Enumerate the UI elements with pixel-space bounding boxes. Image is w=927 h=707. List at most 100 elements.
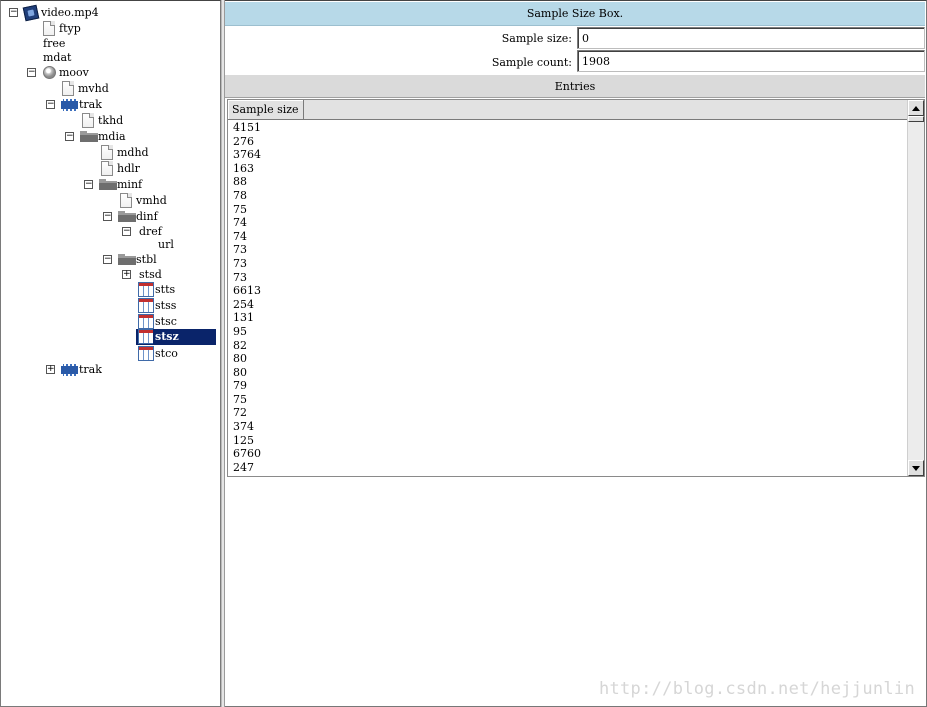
collapse-toggle-icon[interactable]: − [65, 132, 74, 141]
tree-node-stco[interactable]: stco [138, 346, 218, 362]
table-row[interactable]: 80 [233, 366, 893, 380]
tree-node-stbl[interactable]: − stbl [102, 252, 212, 268]
table-row[interactable]: 125 [233, 434, 893, 448]
table-row[interactable]: 72 [233, 406, 893, 420]
table-row[interactable]: 78 [233, 189, 893, 203]
down-arrow-icon [912, 466, 920, 471]
tree-node-label: stsc [155, 315, 177, 328]
table-row[interactable]: 247 [233, 461, 893, 475]
expand-toggle-icon[interactable]: + [46, 365, 55, 374]
scroll-down-button[interactable] [908, 460, 924, 476]
collapse-toggle-icon[interactable]: − [122, 227, 131, 236]
tree-node-trak-2[interactable]: + trak [45, 362, 185, 378]
tree-node-label: ftyp [59, 22, 81, 35]
folder-icon [118, 211, 136, 222]
column-header-sample-size[interactable]: Sample size [228, 100, 304, 119]
tree-node-url[interactable]: url [158, 237, 208, 253]
table-row[interactable]: 75 [233, 393, 893, 407]
folder-icon [99, 179, 117, 190]
tree-node-label: trak [79, 363, 102, 376]
tree-node-label: vmhd [136, 194, 167, 207]
table-row[interactable]: 95 [233, 325, 893, 339]
table-row[interactable]: 73 [233, 257, 893, 271]
table-grid-icon [138, 329, 154, 344]
box-tree-panel[interactable]: − video.mp4 ftyp free mdat − moov mvhd −… [0, 0, 221, 707]
tree-node-label: stss [155, 299, 177, 312]
table-row[interactable]: 79 [233, 379, 893, 393]
table-row[interactable]: 73 [233, 243, 893, 257]
folder-icon [80, 131, 98, 142]
tree-node-ftyp[interactable]: ftyp [43, 21, 163, 37]
table-row[interactable]: 6613 [233, 284, 893, 298]
table-grid-icon [138, 346, 154, 361]
tree-node-mvhd[interactable]: mvhd [62, 81, 182, 97]
tree-node-label: moov [59, 66, 89, 79]
collapse-toggle-icon[interactable]: − [103, 255, 112, 264]
table-row[interactable]: 3764 [233, 148, 893, 162]
tree-node-minf[interactable]: − minf [83, 177, 213, 193]
table-grid-icon [138, 282, 154, 297]
table-row[interactable]: 254 [233, 298, 893, 312]
table-row[interactable]: 4151 [233, 121, 893, 135]
tree-node-label: stsz [153, 329, 181, 345]
document-icon [43, 21, 55, 36]
table-row[interactable]: 80 [233, 352, 893, 366]
table-row[interactable]: 163 [233, 162, 893, 176]
tree-node-label: minf [117, 178, 143, 191]
vertical-scrollbar[interactable] [907, 100, 924, 476]
scrollbar-thumb[interactable] [908, 116, 924, 122]
tree-node-root[interactable]: − video.mp4 [7, 4, 207, 22]
table-row[interactable]: 276 [233, 135, 893, 149]
document-icon [120, 193, 132, 208]
collapse-toggle-icon[interactable]: − [84, 180, 93, 189]
tree-node-stsz-selected[interactable]: stsz [136, 329, 216, 345]
scroll-up-button[interactable] [908, 100, 924, 116]
tree-node-tkhd[interactable]: tkhd [82, 113, 202, 129]
table-header: Sample size [228, 100, 908, 120]
tree-node-mdat[interactable]: mdat [43, 50, 163, 66]
tree-node-label: stts [155, 283, 176, 296]
table-row[interactable]: 74 [233, 216, 893, 230]
table-row[interactable]: 73 [233, 271, 893, 285]
collapse-toggle-icon[interactable]: − [9, 8, 18, 17]
table-row[interactable]: 74 [233, 230, 893, 244]
tree-node-vmhd[interactable]: vmhd [120, 193, 220, 209]
tree-node-stsd[interactable]: + stsd [122, 267, 212, 283]
table-row[interactable]: 82 [233, 339, 893, 353]
tree-node-label: mdat [43, 51, 72, 64]
table-row[interactable]: 374 [233, 420, 893, 434]
document-icon [101, 161, 113, 176]
document-icon [101, 145, 113, 160]
tree-node-mdia[interactable]: − mdia [64, 129, 204, 145]
watermark: http://blog.csdn.net/hejjunlin [598, 679, 915, 699]
tree-node-stsc[interactable]: stsc [138, 314, 218, 330]
tree-node-moov[interactable]: − moov [26, 65, 166, 81]
sample-count-field[interactable] [577, 50, 925, 72]
tree-node-hdlr[interactable]: hdlr [101, 161, 221, 177]
entries-section-header: Entries [225, 74, 925, 98]
video-file-icon [22, 4, 40, 22]
expand-toggle-icon[interactable]: + [122, 270, 131, 279]
collapse-toggle-icon[interactable]: − [103, 212, 112, 221]
tree-node-stts[interactable]: stts [138, 282, 218, 298]
entries-table[interactable]: Sample size 4151 276 3764 163 88 78 75 74 74 73 73… [227, 99, 925, 477]
tree-node-label: stco [155, 347, 178, 360]
tree-node-mdhd[interactable]: mdhd [101, 145, 221, 161]
up-arrow-icon [912, 106, 920, 111]
table-row[interactable]: 88 [233, 175, 893, 189]
tree-node-dinf[interactable]: − dinf [102, 209, 212, 225]
tree-node-label: trak [79, 98, 102, 111]
tree-node-label: stbl [136, 253, 157, 266]
table-row[interactable]: 131 [233, 311, 893, 325]
tree-node-label: url [158, 238, 174, 251]
collapse-toggle-icon[interactable]: − [27, 68, 36, 77]
collapse-toggle-icon[interactable]: − [46, 100, 55, 109]
box-detail-panel: Sample Size Box. Sample size: Sample cou… [225, 0, 927, 707]
tree-node-trak[interactable]: − trak [45, 97, 185, 113]
table-row[interactable]: 6760 [233, 447, 893, 461]
tree-node-stss[interactable]: stss [138, 298, 218, 314]
table-row[interactable]: 75 [233, 203, 893, 217]
sample-count-label: Sample count: [491, 56, 572, 69]
tree-node-label: mdhd [117, 146, 149, 159]
sample-size-field[interactable] [577, 27, 925, 49]
